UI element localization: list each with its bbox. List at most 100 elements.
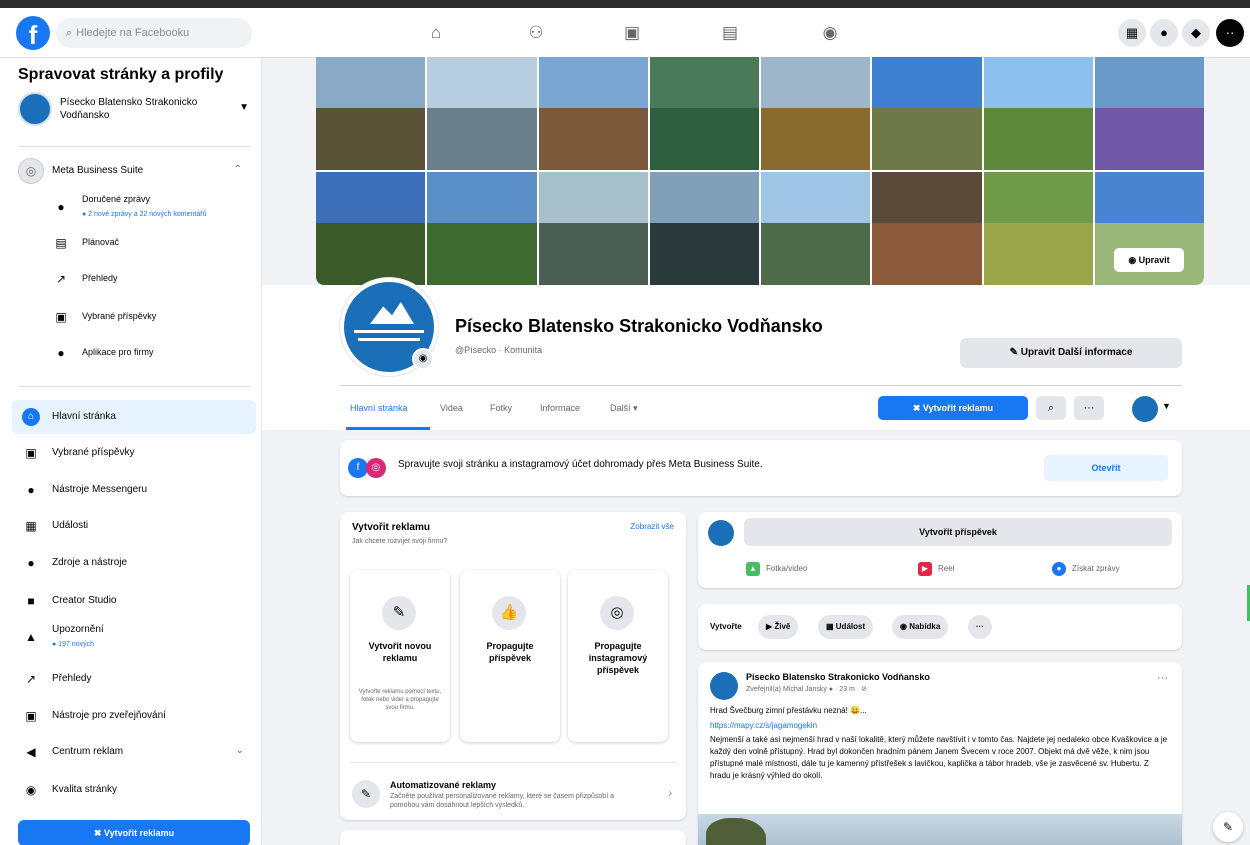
live-chip[interactable]: ▶ Živě bbox=[758, 615, 799, 639]
more-options-button[interactable]: ··· bbox=[1074, 396, 1104, 420]
event-chip[interactable]: ▦ Událost bbox=[818, 615, 874, 639]
chevron-up-icon: ⌃ bbox=[233, 164, 242, 175]
edit-cover-button[interactable]: ◉ Upravit bbox=[1114, 248, 1184, 272]
sidebar-item-insights[interactable]: ↗ Přehledy bbox=[52, 266, 252, 298]
post-author-avatar[interactable] bbox=[710, 672, 738, 700]
boost-post-option[interactable]: 👍 Propagujte příspěvek bbox=[460, 570, 560, 742]
edit-info-button[interactable]: ✎ Upravit Další informace bbox=[960, 338, 1182, 368]
sidebar-item-inbox[interactable]: ● Doručené zprávy ● 2 nové zprávy a 22 n… bbox=[52, 194, 252, 226]
insights-icon: ↗ bbox=[55, 272, 67, 286]
post-options-icon[interactable]: ··· bbox=[1157, 672, 1168, 684]
tile-landscape bbox=[316, 222, 426, 285]
home-icon[interactable]: ⌂ bbox=[418, 18, 454, 48]
tile-sky bbox=[316, 172, 426, 223]
create-post-button[interactable]: Vytvořit příspěvek bbox=[744, 518, 1172, 546]
post-image[interactable] bbox=[698, 814, 1182, 845]
mountain-logo-icon bbox=[370, 302, 414, 324]
sidebar-item-home[interactable]: ⌂ Hlavní stránka bbox=[12, 400, 256, 434]
reel-button[interactable]: ▶ Reel bbox=[918, 562, 954, 576]
page-avatar[interactable] bbox=[1132, 396, 1158, 422]
tile-landscape bbox=[872, 107, 982, 170]
open-business-suite-button[interactable]: Otevřít bbox=[1044, 455, 1168, 481]
cover-photo-tile bbox=[649, 57, 759, 170]
sidebar-item-notifications[interactable]: ▲ Upozornění ● 197 nových bbox=[12, 620, 256, 654]
sidebar-item-label: Doručené zprávy bbox=[82, 194, 151, 204]
groups-icon[interactable]: ◉ bbox=[812, 18, 848, 48]
featured-icon: ▣ bbox=[25, 446, 37, 460]
photo-video-button[interactable]: ▲ Fotka/video bbox=[746, 562, 807, 576]
sidebar-item-creator-studio[interactable]: ■ Creator Studio bbox=[12, 584, 256, 618]
messenger-icon: ● bbox=[27, 483, 35, 497]
automated-ads-row[interactable]: ✎ Automatizované reklamy Začněte používa… bbox=[340, 766, 686, 816]
sidebar-item-label: Události bbox=[52, 520, 89, 531]
sidebar-divider bbox=[18, 146, 250, 147]
sidebar-item-insights[interactable]: ↗ Přehledy bbox=[12, 662, 256, 696]
notifications-icon[interactable]: ◆ bbox=[1182, 19, 1210, 47]
sidebar-item-resources[interactable]: ● Zdroje a nástroje bbox=[12, 546, 256, 580]
sidebar-item-messenger-tools[interactable]: ● Nástroje Messengeru bbox=[12, 473, 256, 507]
tab-more[interactable]: Další ▾ bbox=[610, 396, 638, 430]
automated-ads-description: Začněte používat personalizované reklamy… bbox=[390, 793, 614, 809]
sidebar-item-ad-center[interactable]: ◀ Centrum reklam ⌄ bbox=[12, 735, 256, 769]
sidebar-item-publishing-tools[interactable]: ▣ Nástroje pro zveřejňování bbox=[12, 699, 256, 733]
compose-icon[interactable]: ✎ bbox=[1213, 812, 1243, 842]
tile-sky bbox=[427, 57, 537, 108]
sidebar-item-featured[interactable]: ▣ Vybrané příspěvky bbox=[12, 436, 256, 470]
sidebar-item-page-quality[interactable]: ◉ Kvalita stránky bbox=[12, 773, 256, 807]
post-meta: Zveřejnil(a) Michal Jansky ● · 23 m · ⊘ bbox=[746, 686, 867, 693]
sidebar-item-label: Přehledy bbox=[82, 273, 118, 283]
info-icon: ● bbox=[27, 556, 35, 570]
top-navigation-bar: f ⌕ Hledejte na Facebooku ⌂ ⚇ ▣ ▤ ◉ ▦ ● ◆… bbox=[0, 8, 1250, 58]
facebook-logo-icon[interactable]: f bbox=[16, 16, 50, 50]
cover-photo-tile bbox=[316, 172, 426, 285]
create-ad-subtitle: Jak chcete rozvíjet svoji firmu? bbox=[352, 538, 448, 545]
create-ad-button[interactable]: ✖ Vytvořit reklamu bbox=[878, 396, 1028, 420]
watch-icon[interactable]: ▣ bbox=[614, 18, 650, 48]
business-suite-section[interactable]: ◎ Meta Business Suite ⌃ bbox=[18, 158, 250, 186]
marketplace-icon[interactable]: ▤ bbox=[712, 18, 748, 48]
tile-sky bbox=[761, 57, 871, 108]
messenger-icon[interactable]: ● bbox=[1150, 19, 1178, 47]
tile-sky bbox=[538, 57, 648, 108]
tab-home[interactable]: Hlavní stránka bbox=[346, 396, 430, 430]
cover-photo-tile bbox=[983, 172, 1093, 285]
get-messages-button[interactable]: ● Získat zprávy bbox=[1052, 562, 1120, 576]
tile-landscape bbox=[1094, 107, 1204, 170]
tile-landscape bbox=[316, 107, 426, 170]
edit-icon: ✎ bbox=[382, 596, 416, 630]
friends-icon[interactable]: ⚇ bbox=[518, 18, 554, 48]
post-image-tree bbox=[706, 818, 766, 845]
sidebar-item-planner[interactable]: ▤ Plánovač bbox=[52, 230, 252, 262]
account-avatar[interactable]: ·· bbox=[1216, 19, 1244, 47]
search-input[interactable]: ⌕ Hledejte na Facebooku bbox=[56, 18, 252, 48]
sidebar-item-featured-posts[interactable]: ▣ Vybrané příspěvky bbox=[52, 304, 252, 336]
page-switcher[interactable]: Písecko Blatensko Strakonicko Vodňansko … bbox=[18, 92, 253, 132]
home-icon: ⌂ bbox=[22, 408, 40, 426]
cover-photo-tile bbox=[538, 57, 648, 170]
chevron-down-icon: ⌄ bbox=[235, 745, 244, 756]
boost-instagram-option[interactable]: ◎ Propagujte instagramový příspěvek bbox=[568, 570, 668, 742]
search-page-button[interactable]: ⌕ bbox=[1036, 396, 1066, 420]
tile-landscape bbox=[983, 107, 1093, 170]
tab-photos[interactable]: Fotky bbox=[490, 396, 512, 430]
cover-photo-tile bbox=[761, 57, 871, 170]
sidebar-item-business-apps[interactable]: ● Aplikace pro firmy bbox=[52, 340, 252, 372]
post-author[interactable]: Písecko Blatensko Strakonicko Vodňansko bbox=[746, 672, 930, 682]
tile-sky bbox=[1094, 57, 1204, 108]
facebook-icon: f bbox=[348, 458, 368, 478]
caret-down-icon[interactable]: ▼ bbox=[1162, 401, 1171, 411]
page-avatar bbox=[18, 92, 52, 126]
new-ad-option[interactable]: ✎ Vytvořit novou reklamu Vytvořte reklam… bbox=[350, 570, 450, 742]
offer-chip[interactable]: ◉ Nabídka bbox=[892, 615, 949, 639]
post-link[interactable]: https://mapy.cz/s/jagamogekin bbox=[710, 721, 817, 730]
tile-sky bbox=[649, 172, 759, 223]
more-chip[interactable]: ··· bbox=[968, 615, 992, 639]
see-all-link[interactable]: Zobrazit vše bbox=[630, 522, 674, 531]
sidebar-item-events[interactable]: ▦ Události bbox=[12, 509, 256, 543]
camera-icon[interactable]: ◉ bbox=[412, 348, 434, 370]
option-description: Vytvořte reklamu pomocí textu, fotek neb… bbox=[358, 689, 442, 711]
tab-about[interactable]: Informace bbox=[540, 396, 580, 430]
create-ad-sidebar-button[interactable]: ✖ Vytvořit reklamu bbox=[18, 820, 250, 845]
menu-grid-icon[interactable]: ▦ bbox=[1118, 19, 1146, 47]
tab-videos[interactable]: Videa bbox=[440, 396, 463, 430]
